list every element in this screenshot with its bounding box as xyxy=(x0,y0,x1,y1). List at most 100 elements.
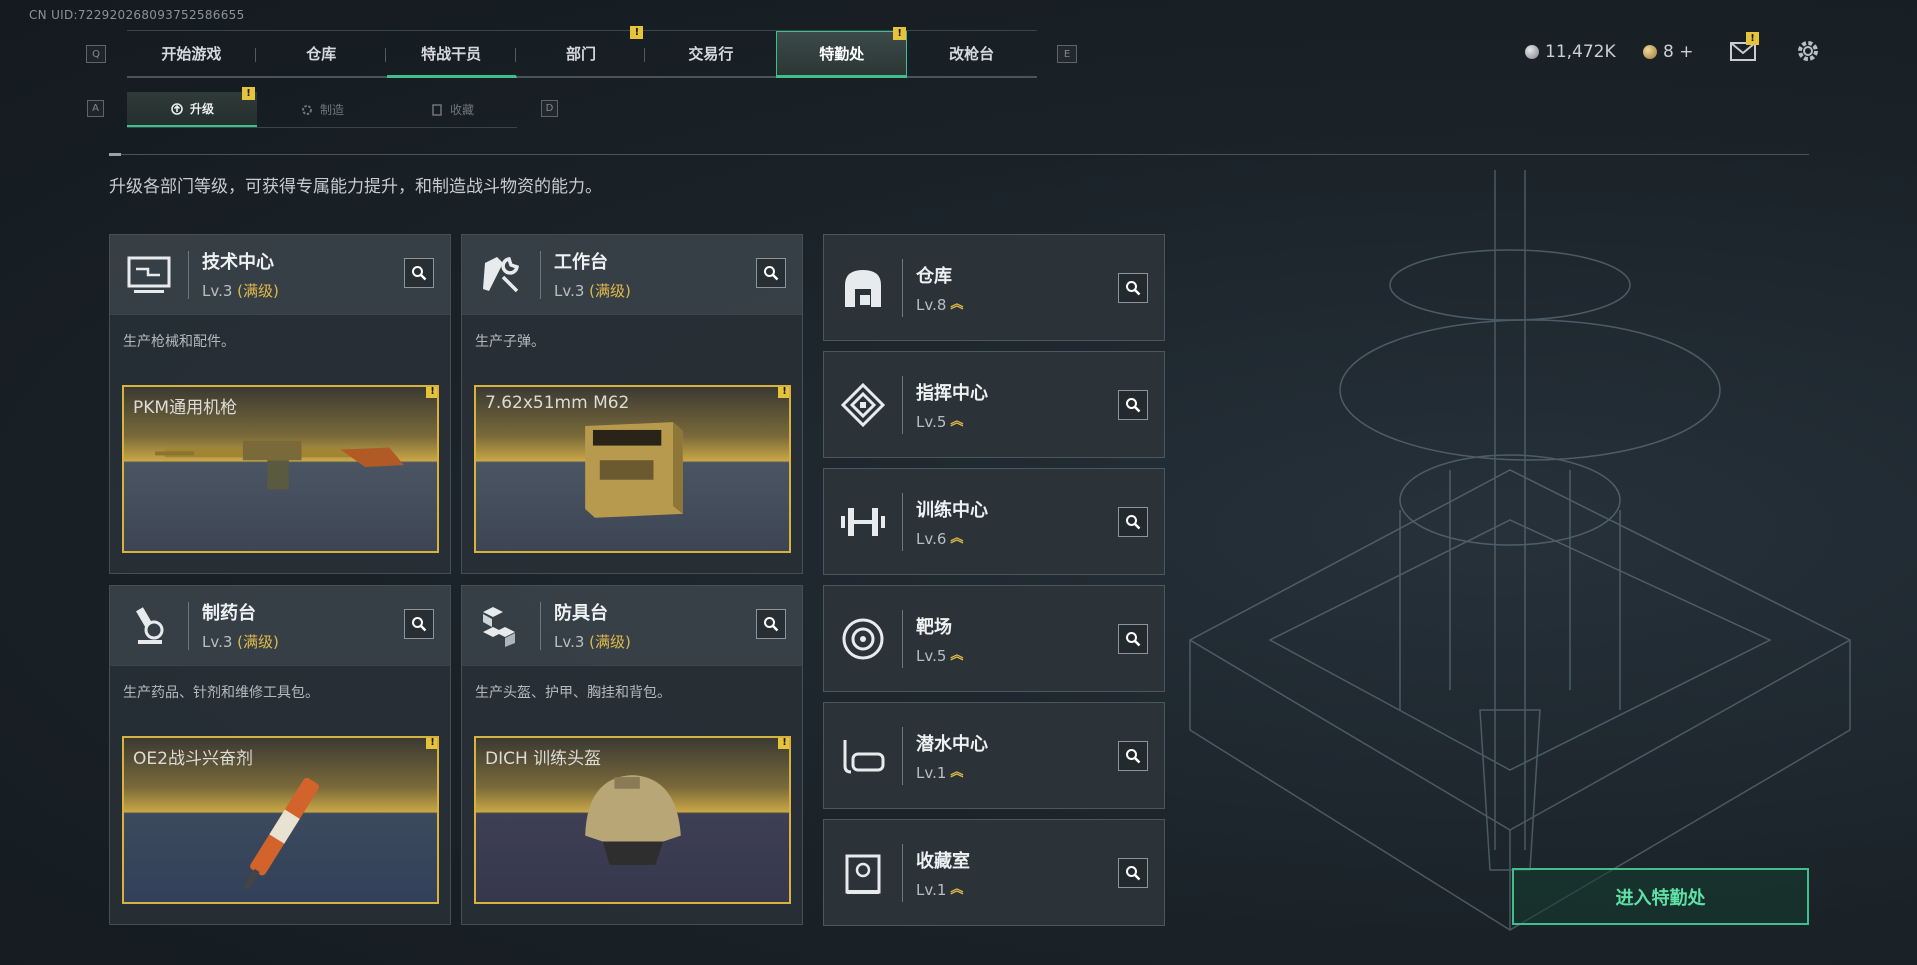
gold-currency[interactable]: 8 + xyxy=(1643,42,1693,62)
uid-label: CN UID:722920268093752586655 xyxy=(29,8,245,22)
microscope-icon xyxy=(136,606,164,644)
target-icon xyxy=(842,618,884,659)
facility-row-command[interactable]: 指挥中心 Lv.5 ︽ xyxy=(823,351,1165,458)
upgrade-arrow-icon: ︽ xyxy=(950,764,964,780)
subtab-label: 升级 xyxy=(189,102,214,116)
alert-badge: ! xyxy=(778,738,789,749)
inspect-button[interactable] xyxy=(1118,273,1148,303)
subtab-label: 收藏 xyxy=(449,103,474,117)
alert-badge: ! xyxy=(242,87,255,100)
subtab-collect[interactable]: 收藏 xyxy=(387,92,517,127)
facility-card-tech-center[interactable]: 技术中心 Lv.3 (满级) 生产枪械和配件。 PKM通用机枪 ! xyxy=(109,234,451,574)
facility-row-dive[interactable]: 潜水中心 Lv.1 ︽ xyxy=(823,702,1165,809)
upgrade-arrow-icon: ︽ xyxy=(950,296,964,312)
tab-label: 改枪台 xyxy=(949,45,995,63)
featured-item[interactable]: OE2战斗兴奋剂 ! xyxy=(122,736,439,904)
featured-item[interactable]: 7.62x51mm M62 ! xyxy=(474,385,791,553)
facility-row-range[interactable]: 靶场 Lv.5 ︽ xyxy=(823,585,1165,692)
search-icon xyxy=(1126,515,1141,530)
inspect-button[interactable] xyxy=(1118,390,1148,420)
inspect-button[interactable] xyxy=(1118,624,1148,654)
key-hint-q: Q xyxy=(86,45,106,63)
facility-level: Lv.5 xyxy=(916,412,947,431)
tab-start-game[interactable]: 开始游戏 xyxy=(127,31,257,76)
craft-icon xyxy=(301,104,312,115)
tab-special-ops[interactable]: 特勤处! xyxy=(776,27,908,78)
tab-label: 特勤处 xyxy=(819,45,865,63)
facility-level: Lv.5 xyxy=(916,646,947,665)
facility-name: 训练中心 xyxy=(916,499,988,521)
subtab-craft[interactable]: 制造 xyxy=(257,92,387,127)
main-nav: 开始游戏 仓库 特战干员 部门! 交易行 特勤处! 改枪台 xyxy=(127,26,1037,78)
facility-row-training[interactable]: 训练中心 Lv.6 ︽ xyxy=(823,468,1165,575)
upgrade-arrow-icon: ︽ xyxy=(950,881,964,897)
inspect-button[interactable] xyxy=(1118,507,1148,537)
settings-button[interactable] xyxy=(1795,38,1821,68)
inspect-button[interactable] xyxy=(756,258,786,288)
facility-row-warehouse[interactable]: 仓库 Lv.8 ︽ xyxy=(823,234,1165,341)
card-max-label: (满级) xyxy=(237,633,279,651)
tab-gunsmith[interactable]: 改枪台 xyxy=(907,31,1037,76)
vault-icon xyxy=(845,269,881,307)
featured-item[interactable]: PKM通用机枪 ! xyxy=(122,385,439,553)
cubes-icon xyxy=(483,606,515,647)
search-icon xyxy=(1126,749,1141,764)
tab-department[interactable]: 部门! xyxy=(517,26,647,76)
inspect-button[interactable] xyxy=(404,258,434,288)
search-icon xyxy=(412,617,427,632)
facility-name: 指挥中心 xyxy=(916,382,988,404)
key-hint-a: A xyxy=(87,100,104,117)
facility-row-collection[interactable]: 收藏室 Lv.1 ︽ xyxy=(823,819,1165,926)
card-level: Lv.3 xyxy=(554,282,585,300)
tab-operators[interactable]: 特战干员 xyxy=(386,31,517,78)
facility-card-armor-bench[interactable]: 防具台 Lv.3 (满级) 生产头盔、护甲、胸挂和背包。 DICH 训练头盔 ! xyxy=(461,585,803,925)
upgrade-icon xyxy=(171,102,183,115)
inspect-button[interactable] xyxy=(404,609,434,639)
tools-icon xyxy=(483,256,519,292)
facility-card-workbench[interactable]: 工作台 Lv.3 (满级) 生产子弹。 7.62x51mm M62 ! xyxy=(461,234,803,574)
gold-coin-icon xyxy=(1643,45,1657,59)
item-name: PKM通用机枪 xyxy=(133,398,238,418)
featured-item[interactable]: DICH 训练头盔 ! xyxy=(474,736,791,904)
mail-button[interactable]: ! xyxy=(1730,32,1759,66)
card-max-label: (满级) xyxy=(589,282,631,300)
card-level: Lv.3 xyxy=(554,633,585,651)
tab-label: 开始游戏 xyxy=(161,45,222,63)
facility-card-pharmacy[interactable]: 制药台 Lv.3 (满级) 生产药品、针剂和维修工具包。 OE2战斗兴奋剂 ! xyxy=(109,585,451,925)
inspect-button[interactable] xyxy=(756,609,786,639)
tab-warehouse[interactable]: 仓库 xyxy=(257,31,387,76)
item-name: 7.62x51mm M62 xyxy=(485,393,630,413)
card-title: 技术中心 xyxy=(202,252,274,273)
card-max-label: (满级) xyxy=(237,282,279,300)
search-icon xyxy=(1126,866,1141,881)
item-name: OE2战斗兴奋剂 xyxy=(133,749,253,769)
inspect-button[interactable] xyxy=(1118,741,1148,771)
card-desc: 生产枪械和配件。 xyxy=(123,334,235,350)
subtab-label: 制造 xyxy=(319,103,344,117)
mail-badge: ! xyxy=(1746,32,1759,45)
enter-special-ops-button[interactable]: 进入特勤处 xyxy=(1512,868,1809,925)
key-hint-e: E xyxy=(1057,45,1077,63)
silver-currency[interactable]: 11,472K xyxy=(1525,42,1616,62)
upgrade-arrow-icon: ︽ xyxy=(950,647,964,663)
silver-amount: 11,472K xyxy=(1545,42,1616,62)
search-icon xyxy=(1126,632,1141,647)
facility-level: Lv.1 xyxy=(916,763,947,782)
base-wireframe-illustration xyxy=(1188,170,1852,931)
upgrade-arrow-icon: ︽ xyxy=(950,413,964,429)
card-desc: 生产子弹。 xyxy=(475,334,545,350)
tab-trading[interactable]: 交易行 xyxy=(646,31,776,76)
search-icon xyxy=(1126,281,1141,296)
card-title: 制药台 xyxy=(202,603,256,624)
collect-icon xyxy=(432,103,442,116)
facility-level: Lv.1 xyxy=(916,880,947,899)
tab-label: 交易行 xyxy=(688,45,734,63)
facility-level: Lv.6 xyxy=(916,529,947,548)
computer-icon xyxy=(127,256,171,293)
inspect-button[interactable] xyxy=(1118,858,1148,888)
subtab-upgrade[interactable]: 升级 ! xyxy=(127,87,257,127)
card-title: 防具台 xyxy=(554,603,608,624)
card-level: Lv.3 xyxy=(202,282,233,300)
command-icon xyxy=(841,382,885,427)
alert-badge: ! xyxy=(893,27,907,40)
